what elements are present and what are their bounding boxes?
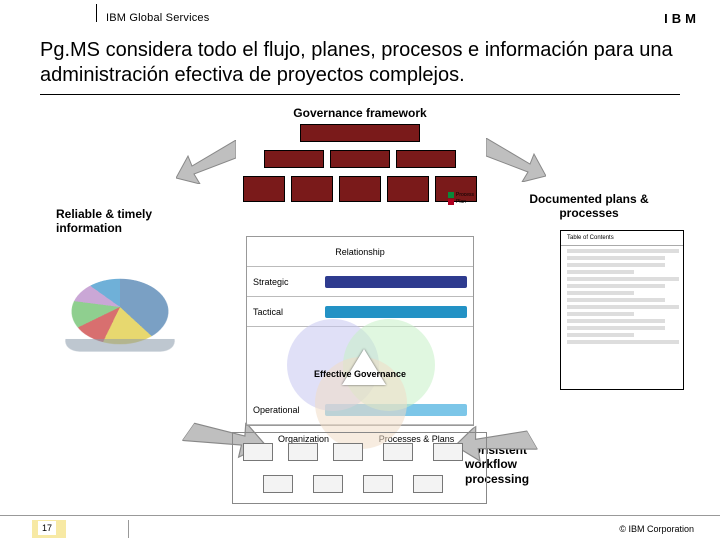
doc-line bbox=[567, 305, 679, 309]
copyright: © IBM Corporation bbox=[619, 524, 694, 534]
ibm-logo: IBM bbox=[664, 11, 700, 26]
arrow-icon bbox=[486, 138, 546, 182]
label-documented: Documented plans & processes bbox=[514, 192, 664, 220]
wf-box bbox=[363, 475, 393, 493]
wf-box bbox=[313, 475, 343, 493]
wf-box bbox=[333, 443, 363, 461]
eff-strategic: Strategic bbox=[247, 277, 319, 287]
header-divider bbox=[96, 4, 97, 22]
wf-box bbox=[263, 475, 293, 493]
eff-operational: Operational bbox=[247, 405, 319, 415]
gov-box-mid bbox=[330, 150, 390, 168]
gov-box-sm bbox=[291, 176, 333, 202]
gov-box-sm bbox=[387, 176, 429, 202]
wf-box bbox=[433, 443, 463, 461]
label-governance: Governance framework bbox=[0, 106, 720, 120]
header-org: IBM Global Services bbox=[98, 12, 209, 24]
footer: 17 © IBM Corporation bbox=[0, 512, 720, 540]
page-number: 17 bbox=[38, 521, 56, 535]
gov-box-top bbox=[300, 124, 420, 142]
doc-line bbox=[567, 291, 634, 295]
doc-line bbox=[567, 256, 665, 260]
doc-title: Table of Contents bbox=[561, 231, 683, 246]
governance-diagram: Process Plan bbox=[237, 124, 482, 202]
label-reliable: Reliable & timely information bbox=[56, 207, 176, 235]
effective-governance-diagram: Relationship Strategic Tactical Effectiv… bbox=[246, 236, 474, 426]
gov-box-sm bbox=[243, 176, 285, 202]
pie-chart bbox=[40, 245, 200, 375]
pie-icon bbox=[64, 279, 175, 344]
wf-box bbox=[288, 443, 318, 461]
doc-line bbox=[567, 333, 634, 337]
legend-swatch-plan bbox=[448, 199, 454, 205]
doc-line bbox=[567, 340, 679, 344]
doc-line bbox=[567, 284, 665, 288]
gov-box-sm bbox=[339, 176, 381, 202]
doc-line bbox=[567, 263, 665, 267]
bar-strategic bbox=[325, 276, 467, 288]
doc-line bbox=[567, 270, 634, 274]
doc-line bbox=[567, 249, 679, 253]
document-mock: Table of Contents bbox=[560, 230, 684, 390]
doc-line bbox=[567, 326, 665, 330]
wf-box bbox=[413, 475, 443, 493]
triangle-icon bbox=[342, 349, 386, 385]
legend-process: Process bbox=[456, 192, 462, 198]
slide-title: Pg.MS considera todo el flujo, planes, p… bbox=[40, 38, 680, 88]
arrow-icon bbox=[176, 140, 236, 184]
legend-plan: Plan bbox=[456, 199, 462, 205]
doc-line bbox=[567, 319, 665, 323]
eff-center: Effective Governance bbox=[247, 369, 473, 379]
pie-legend bbox=[40, 245, 200, 251]
gov-legend: Process Plan bbox=[448, 192, 484, 206]
header: IBM Global Services IBM bbox=[98, 6, 700, 30]
legend-swatch-process bbox=[448, 192, 454, 198]
gov-box-mid bbox=[396, 150, 456, 168]
footer-divider bbox=[128, 520, 129, 538]
doc-line bbox=[567, 312, 634, 316]
slide: IBM Global Services IBM Pg.MS considera … bbox=[0, 0, 720, 540]
bar-tactical bbox=[325, 306, 467, 318]
doc-line bbox=[567, 277, 679, 281]
eff-tactical: Tactical bbox=[247, 307, 319, 317]
footer-line bbox=[0, 515, 720, 516]
title-underline bbox=[40, 94, 680, 95]
wf-box bbox=[383, 443, 413, 461]
wf-box bbox=[243, 443, 273, 461]
eff-body: Effective Governance bbox=[247, 327, 473, 395]
doc-line bbox=[567, 298, 665, 302]
gov-box-mid bbox=[264, 150, 324, 168]
workflow-diagram bbox=[232, 432, 487, 504]
eff-relationship: Relationship bbox=[247, 237, 473, 267]
